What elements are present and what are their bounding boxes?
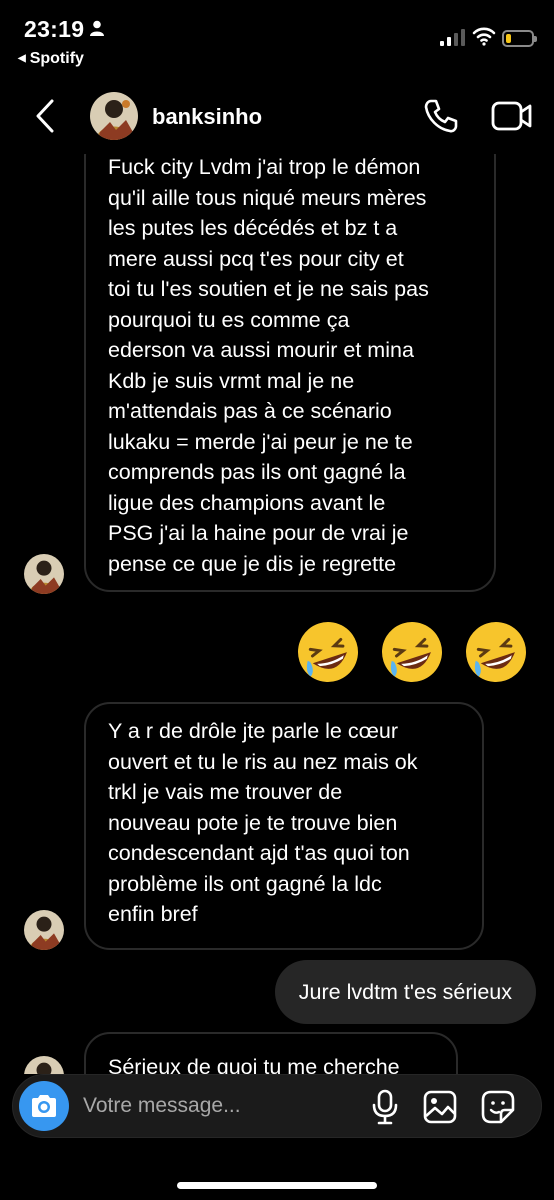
emoji-message[interactable] [290, 614, 534, 694]
microphone-icon[interactable] [371, 1089, 399, 1125]
gallery-icon[interactable] [423, 1090, 457, 1124]
chat-header: banksinho [0, 82, 554, 154]
message-bubble-incoming[interactable]: Sérieux de quoi tu me cherche [84, 1032, 458, 1074]
rofl-emoji-icon [290, 614, 366, 690]
sticker-icon[interactable] [481, 1090, 515, 1124]
status-time: 23:19 [24, 16, 85, 42]
video-camera-icon[interactable] [490, 98, 534, 134]
message-input[interactable] [83, 1089, 373, 1123]
sender-avatar[interactable] [24, 1056, 64, 1074]
sender-avatar-image [24, 554, 64, 594]
message-composer [12, 1074, 542, 1138]
cellular-signal-icon [440, 29, 465, 46]
battery-level [506, 34, 511, 43]
message-bubble-incoming[interactable]: Y a r de drôle jte parle le cœur ouvert … [84, 702, 484, 950]
phone-icon[interactable] [420, 96, 460, 136]
camera-icon [32, 1095, 56, 1117]
rofl-emoji-icon [374, 614, 450, 690]
camera-button[interactable] [19, 1081, 69, 1131]
back-app-label: Spotify [29, 50, 84, 67]
back-chevron-icon[interactable] [32, 98, 56, 134]
message-bubble-incoming[interactable]: Fuck city Lvdm j'ai trop le démon qu'il … [84, 154, 496, 592]
avatar[interactable] [90, 92, 138, 140]
sender-avatar[interactable] [24, 554, 64, 594]
message-list[interactable]: Fuck city Lvdm j'ai trop le démon qu'il … [0, 154, 554, 1074]
person-icon [90, 20, 104, 36]
battery-icon [502, 30, 537, 47]
chat-username[interactable]: banksinho [152, 104, 262, 130]
message-bubble-outgoing[interactable]: Jure lvdtm t'es sérieux [274, 960, 536, 1024]
rofl-emoji-icon [458, 614, 534, 690]
wifi-icon [472, 27, 496, 46]
message-text: Sérieux de quoi tu me cherche [108, 1055, 400, 1074]
avatar-image [90, 92, 138, 140]
home-indicator[interactable] [177, 1182, 377, 1189]
message-text: Fuck city Lvdm j'ai trop le démon qu'il … [108, 155, 429, 576]
sender-avatar-image [24, 1056, 64, 1074]
back-to-app-link[interactable]: ◀ Spotify [18, 50, 84, 68]
status-bar: 23:19 ◀ Spotify [0, 0, 554, 80]
back-triangle-icon: ◀ [18, 53, 26, 64]
sender-avatar[interactable] [24, 910, 64, 950]
sender-avatar-image [24, 910, 64, 950]
message-text: Y a r de drôle jte parle le cœur ouvert … [108, 719, 418, 926]
